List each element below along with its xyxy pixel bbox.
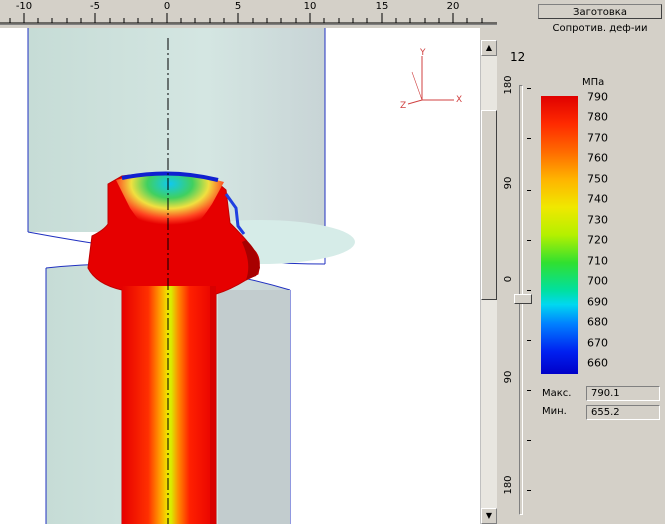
max-label: Макс. — [542, 388, 572, 399]
axis-y-label: Y — [419, 48, 426, 58]
legend-level: 700 — [587, 274, 608, 288]
rotation-angle-value: 12 — [510, 50, 526, 64]
legend-level: 760 — [587, 151, 608, 165]
forging-scene: Y X Z — [27, 28, 462, 524]
billet-button[interactable]: Заготовка — [538, 4, 662, 19]
slider-tick — [527, 340, 531, 341]
ruler-label: 5 — [234, 1, 242, 12]
scroll-thumb[interactable] — [481, 110, 497, 300]
ruler-label: -5 — [90, 1, 100, 12]
axis-x-label: X — [456, 95, 462, 105]
legend-level: 750 — [587, 172, 608, 186]
angle-label: 90 — [503, 370, 514, 384]
ruler-label: 0 — [163, 1, 171, 12]
ruler-label: 15 — [375, 1, 389, 12]
legend-level: 730 — [587, 213, 608, 227]
slider-tick — [527, 88, 531, 89]
legend-level: 680 — [587, 315, 608, 329]
slider-tick — [527, 138, 531, 139]
legend-level: 720 — [587, 233, 608, 247]
axis-z-label: Z — [400, 101, 406, 111]
color-scale-bar — [541, 96, 578, 374]
slider-tick — [527, 490, 531, 491]
rotation-slider-thumb[interactable] — [514, 294, 532, 304]
legend-level: 770 — [587, 131, 608, 145]
min-label: Мин. — [542, 406, 567, 417]
angle-label: 180 — [503, 475, 514, 495]
angle-label: 180 — [503, 75, 514, 95]
horizontal-ruler: -10 -5 0 5 10 15 20 — [0, 0, 497, 25]
slider-tick — [527, 240, 531, 241]
slider-tick — [527, 290, 531, 291]
slider-tick — [527, 190, 531, 191]
slider-tick — [527, 390, 531, 391]
legend-level: 660 — [587, 356, 608, 370]
ruler-label: -10 — [15, 1, 33, 12]
legend-level: 690 — [587, 295, 608, 309]
simulation-viewport[interactable]: Y X Z — [0, 28, 480, 524]
viewport-scrollbar[interactable]: ▲ ▼ — [480, 40, 497, 524]
angle-label: 0 — [503, 275, 514, 283]
result-title: Сопротив. деф-ии — [552, 23, 648, 34]
ruler-ticks — [0, 13, 497, 24]
legend-level: 780 — [587, 110, 608, 124]
scroll-down-arrow[interactable]: ▼ — [481, 508, 497, 524]
legend-level: 710 — [587, 254, 608, 268]
min-value-field: 655.2 — [586, 405, 660, 420]
legend-units: МПа — [582, 77, 605, 88]
slider-tick — [527, 440, 531, 441]
legend-level: 790 — [587, 90, 608, 104]
axis-triad — [407, 56, 454, 105]
angle-label: 90 — [503, 176, 514, 190]
ruler-label: 20 — [446, 1, 460, 12]
legend-level: 670 — [587, 336, 608, 350]
scroll-up-arrow[interactable]: ▲ — [481, 40, 497, 56]
max-value-field: 790.1 — [586, 386, 660, 401]
legend-level: 740 — [587, 192, 608, 206]
ruler-label: 10 — [303, 1, 317, 12]
